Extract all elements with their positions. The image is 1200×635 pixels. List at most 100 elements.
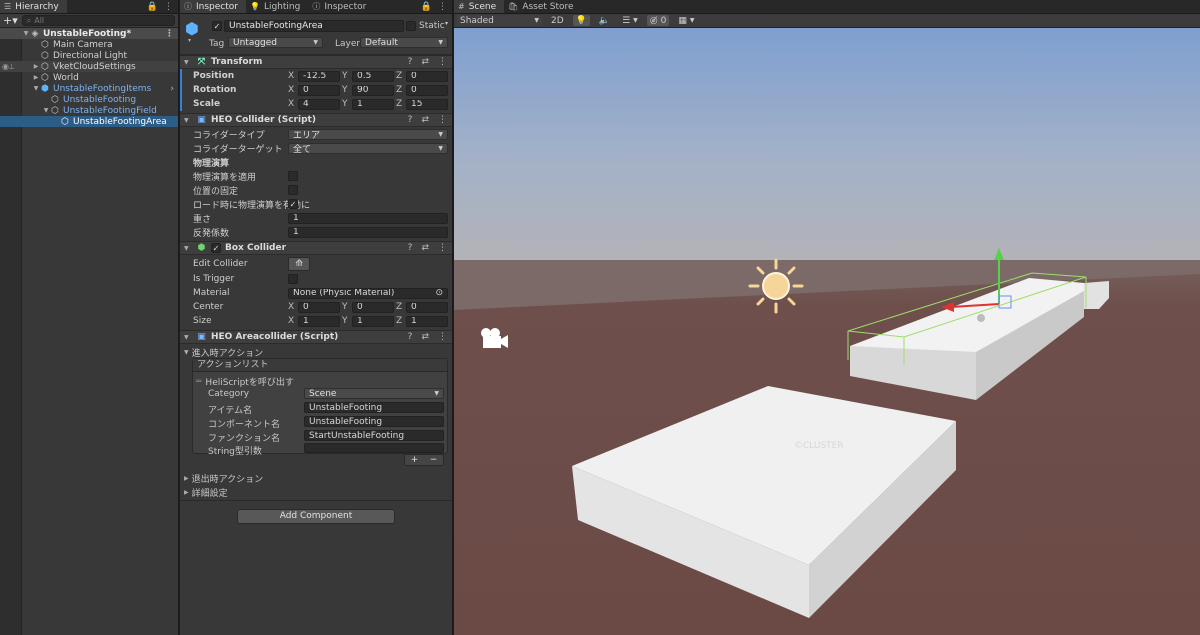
sun-icon[interactable] [748,258,804,314]
add-item-button[interactable]: + [411,455,419,465]
box-collider-enabled-checkbox[interactable]: ✓ [211,243,221,253]
material-field[interactable]: None (Physic Material) ⊙ [288,287,448,299]
preset-icon[interactable]: ⇄ [421,332,429,342]
position-x-field[interactable]: -12.5 [298,70,340,82]
expand-arrow-icon[interactable]: ▼ [32,85,40,92]
heo-areacollider-header[interactable]: ▼ ▣ HEO Areacollider (Script) ? ⇄ ⋮ [180,330,452,344]
rotation-y-field[interactable]: 90 [352,84,394,96]
weight-field[interactable]: 1 [288,212,448,224]
size-z-field[interactable]: 1 [406,315,448,327]
add-dropdown-button[interactable]: +▾ [3,14,18,27]
lock-icon[interactable]: 🔒 [421,2,432,12]
details-foldout[interactable]: ▶ 詳細設定 [184,486,228,499]
center-x-field[interactable]: 0 [298,301,340,313]
hierarchy-item-unstablefooting[interactable]: ⬡ UnstableFooting [0,94,178,105]
restitution-field[interactable]: 1 [288,226,448,238]
menu-dots-icon[interactable]: ⋮ [164,2,173,12]
grid-dropdown[interactable]: ▦ ▼ [675,15,697,26]
expand-arrow-icon[interactable]: ▶ [32,74,40,81]
position-y-field[interactable]: 0.5 [352,70,394,82]
is-trigger-checkbox[interactable] [288,274,298,284]
preset-icon[interactable]: ⇄ [421,115,429,125]
preset-icon[interactable]: ⇄ [421,57,429,67]
hierarchy-item-unstablefootingarea[interactable]: ⬡ UnstableFootingArea [0,116,178,127]
active-checkbox[interactable]: ✓ [212,21,222,31]
box-collider-header[interactable]: ▼ ⬢ ✓ Box Collider ? ⇄ ⋮ [180,241,452,255]
tab-inspector-2[interactable]: ⓘ Inspector [308,0,375,13]
rotation-x-field[interactable]: 0 [298,84,340,96]
center-y-field[interactable]: 0 [352,301,394,313]
hierarchy-search-input[interactable]: ⌕ All [21,15,175,26]
icon-dropdown-icon[interactable]: ▾ [188,37,191,44]
scene-render[interactable]: ©CLUSTER [454,28,1200,635]
chevron-right-icon[interactable]: › [170,84,174,94]
heo-collider-header[interactable]: ▼ ▣ HEO Collider (Script) ? ⇄ ⋮ [180,113,452,127]
hierarchy-item-world[interactable]: ▶ ⬡ World [0,72,178,83]
expand-arrow-icon[interactable]: ▼ [22,30,30,37]
tab-scene[interactable]: # Scene [454,0,505,13]
fold-arrow-icon[interactable]: ▼ [184,59,192,66]
preset-icon[interactable]: ⇄ [421,243,429,253]
tab-lighting[interactable]: 💡 Lighting [245,0,309,13]
add-component-button[interactable]: Add Component [237,509,395,524]
object-picker-icon[interactable]: ⊙ [435,289,443,298]
effects-dropdown[interactable]: ☰ ▼ [619,15,641,26]
category-dropdown[interactable]: Scene ▼ [304,388,444,399]
lighting-toggle[interactable]: 💡 [572,15,590,26]
string-arg-field[interactable] [304,443,444,453]
hierarchy-item-unstablefootingitems[interactable]: ▼ ⬢ UnstableFootingItems › [0,83,178,94]
component-menu-icon[interactable]: ⋮ [438,115,447,125]
lock-icon[interactable]: 🔒 [147,2,158,12]
tab-asset-store[interactable]: 🛍 Asset Store [504,0,582,13]
component-menu-icon[interactable]: ⋮ [438,332,447,342]
help-icon[interactable]: ? [408,57,413,67]
scale-x-field[interactable]: 4 [298,98,340,110]
item-name-field[interactable]: UnstableFooting [304,402,444,413]
fix-position-checkbox[interactable] [288,185,298,195]
fold-arrow-icon[interactable]: ▼ [184,117,192,124]
collider-target-dropdown[interactable]: 全て ▼ [288,142,448,155]
fold-arrow-icon[interactable]: ▼ [184,245,192,252]
action-list-item[interactable]: ═ HeliScriptを呼び出す [196,375,294,389]
apply-physics-checkbox[interactable] [288,171,298,181]
size-x-field[interactable]: 1 [298,315,340,327]
center-z-field[interactable]: 0 [406,301,448,313]
position-z-field[interactable]: 0 [406,70,448,82]
expand-arrow-icon[interactable]: ▶ [32,63,40,70]
menu-dots-icon[interactable]: ⋮ [438,2,447,12]
scene-menu-icon[interactable]: ⋮ [165,29,174,39]
component-menu-icon[interactable]: ⋮ [438,243,447,253]
visibility-icon[interactable]: ◉⟂ [2,62,14,72]
rotation-z-field[interactable]: 0 [406,84,448,96]
hierarchy-item-vketcloudsettings[interactable]: ◉⟂ ▶ ⬡ VketCloudSettings [0,61,178,72]
toggle-2d-button[interactable]: 2D [548,15,567,26]
function-name-field[interactable]: StartUnstableFooting [304,430,444,441]
audio-toggle[interactable]: 🔈 [596,15,613,26]
hierarchy-item-main-camera[interactable]: ⬡ Main Camera [0,39,178,50]
static-checkbox[interactable] [406,21,416,31]
tab-inspector[interactable]: ⓘ Inspector [180,0,246,13]
hierarchy-scene-row[interactable]: ▼ ◈ UnstableFooting* ⋮ [0,28,178,39]
tag-dropdown[interactable]: Untagged ▼ [228,37,323,48]
help-icon[interactable]: ? [408,243,413,253]
scene-viewport[interactable]: ©CLUSTER [454,28,1200,635]
fold-arrow-icon[interactable]: ▼ [184,334,192,341]
edit-collider-button[interactable]: ⟰ [288,256,310,271]
enable-on-load-checkbox[interactable]: ✓ [288,199,298,209]
size-y-field[interactable]: 1 [352,315,394,327]
help-icon[interactable]: ? [408,332,413,342]
hierarchy-item-directional-light[interactable]: ⬡ Directional Light [0,50,178,61]
collider-type-dropdown[interactable]: エリア ▼ [288,128,448,141]
help-icon[interactable]: ? [408,115,413,125]
scale-y-field[interactable]: 1 [352,98,394,110]
hidden-objects-toggle[interactable]: ◎̸ 0 [646,15,670,26]
scale-z-field[interactable]: 15 [406,98,448,110]
remove-item-button[interactable]: − [430,455,438,465]
expand-arrow-icon[interactable]: ▼ [42,107,50,114]
gameobject-cube-icon[interactable]: ⬢ [185,19,203,38]
layer-dropdown[interactable]: Default ▼ [360,37,448,48]
object-name-field[interactable]: UnstableFootingArea [224,20,404,32]
shading-mode-dropdown[interactable]: Shaded ▼ [457,15,542,26]
component-name-field[interactable]: UnstableFooting [304,416,444,427]
static-dropdown-icon[interactable]: ▾ [445,20,448,27]
